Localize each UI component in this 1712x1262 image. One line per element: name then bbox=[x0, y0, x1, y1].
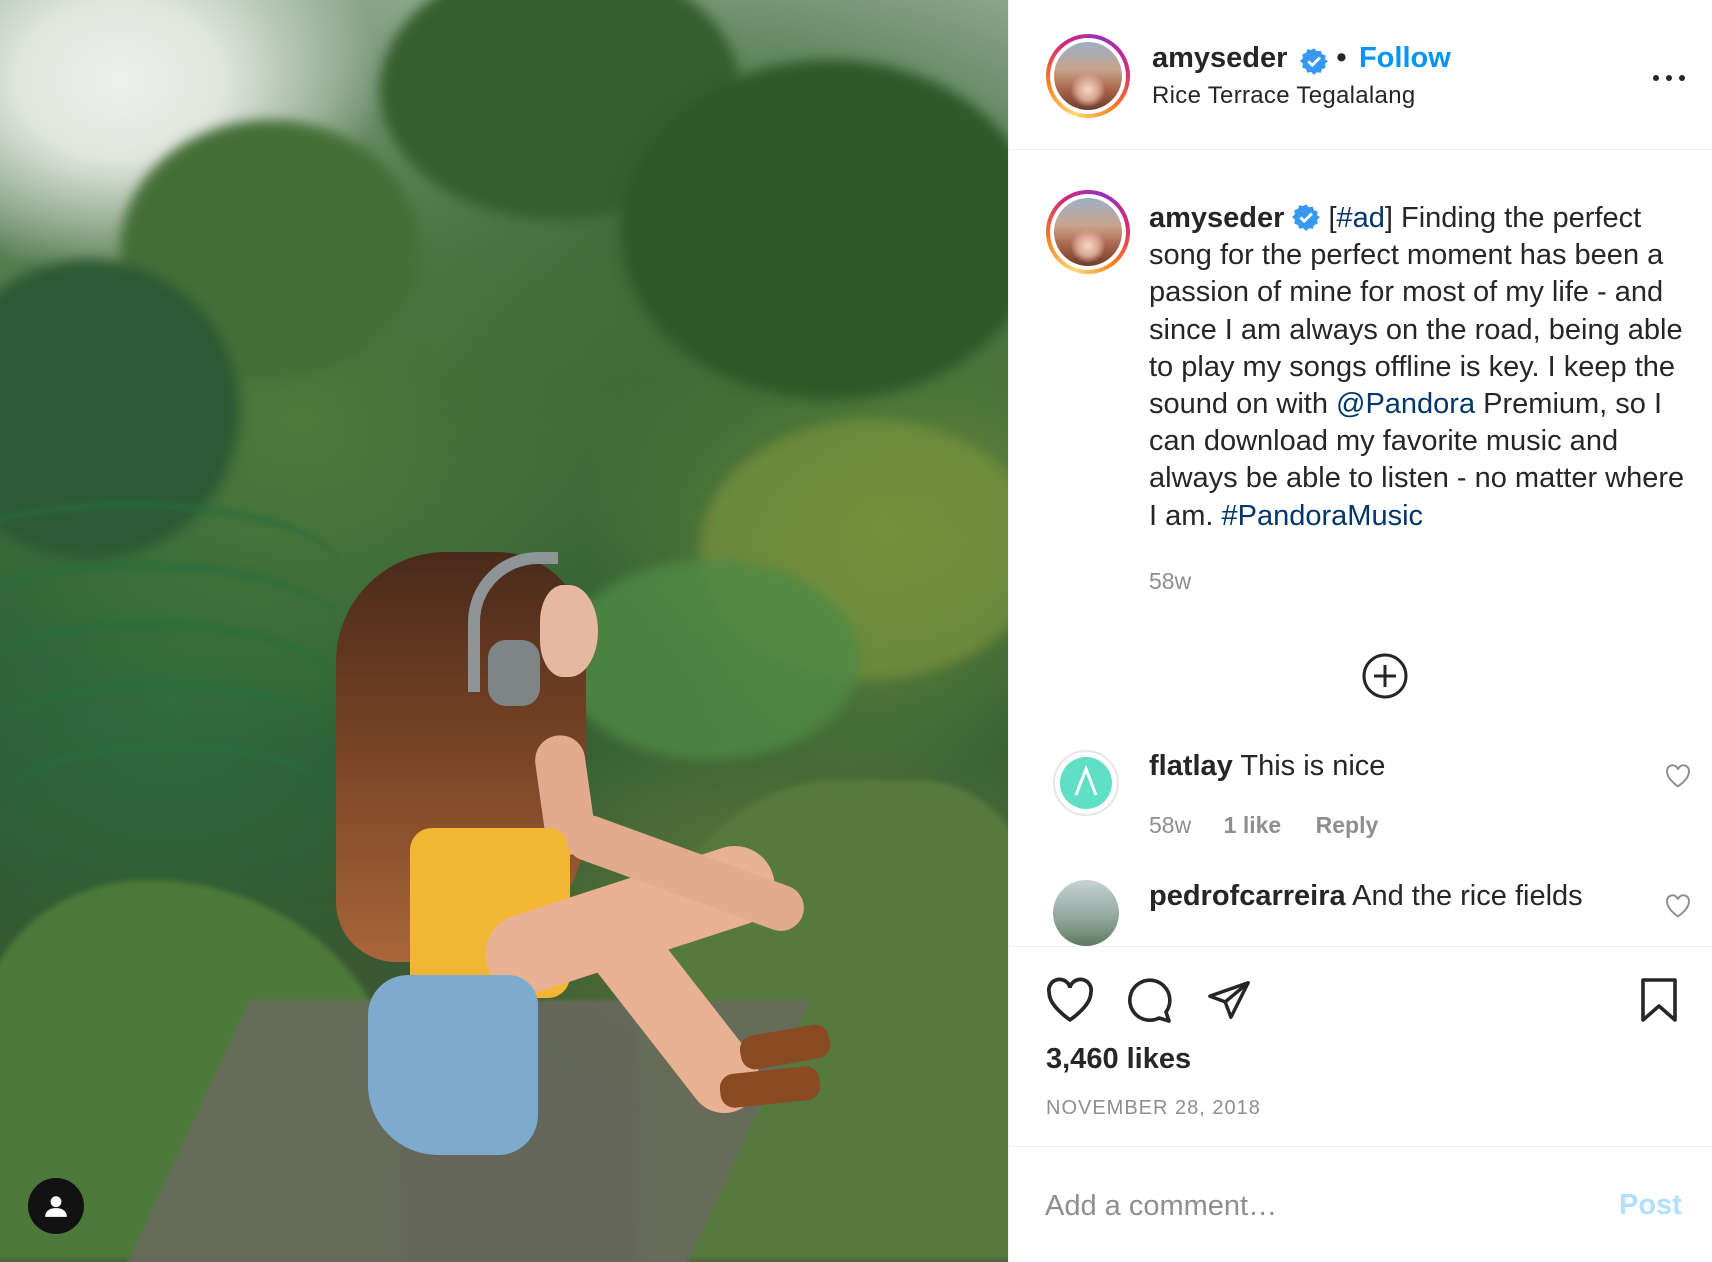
post-author-username[interactable]: amyseder bbox=[1152, 42, 1287, 74]
caption-username[interactable]: amyseder bbox=[1149, 202, 1284, 234]
caption-mention-pandora[interactable]: @Pandora bbox=[1336, 388, 1475, 420]
avatar[interactable] bbox=[1046, 34, 1130, 118]
post-photo[interactable] bbox=[0, 0, 1008, 1262]
post-caption: amyseder [#ad] Finding the perfect song f… bbox=[1149, 200, 1689, 600]
bookmark-icon[interactable] bbox=[1639, 975, 1679, 1025]
comment-avatar[interactable] bbox=[1053, 750, 1119, 816]
comment-item: pedrofcarreira And the rice fields bbox=[1009, 880, 1712, 946]
caption-text: [ bbox=[1328, 202, 1337, 234]
post-actions: 3,460 likes NOVEMBER 28, 2018 bbox=[1009, 946, 1712, 1146]
follow-button[interactable]: Follow bbox=[1359, 42, 1451, 74]
comment-like-heart-icon[interactable] bbox=[1665, 764, 1691, 788]
header-username-line: amyseder • Follow bbox=[1152, 42, 1451, 79]
more-options-icon bbox=[1653, 75, 1659, 81]
photo-rice-terrace bbox=[0, 740, 340, 880]
paper-plane-icon[interactable] bbox=[1205, 977, 1253, 1023]
comment-age[interactable]: 58w bbox=[1149, 812, 1191, 838]
header-separator-dot: • bbox=[1336, 42, 1347, 74]
caption-avatar[interactable] bbox=[1046, 190, 1130, 274]
user-tag-icon bbox=[45, 1196, 67, 1217]
reply-button[interactable]: Reply bbox=[1316, 812, 1379, 838]
comment-bubble-icon[interactable] bbox=[1125, 977, 1173, 1025]
comment-avatar[interactable] bbox=[1053, 880, 1119, 946]
caption-hashtag-pandoramusic[interactable]: #PandoraMusic bbox=[1222, 500, 1424, 532]
comment-username[interactable]: pedrofcarreira bbox=[1149, 880, 1346, 912]
load-more-comments-icon[interactable] bbox=[1361, 652, 1409, 700]
avatar-image bbox=[1054, 198, 1122, 266]
photo-tree-canopy bbox=[560, 560, 860, 760]
more-options-icon bbox=[1666, 75, 1672, 81]
post-date[interactable]: NOVEMBER 28, 2018 bbox=[1046, 1097, 1261, 1120]
avatar-image bbox=[1054, 42, 1122, 110]
comment-username[interactable]: flatlay bbox=[1149, 750, 1233, 782]
caption-hashtag-ad[interactable]: #ad bbox=[1337, 202, 1385, 234]
likes-count[interactable]: 3,460 likes bbox=[1046, 1043, 1191, 1076]
photo-person-shorts bbox=[368, 975, 538, 1155]
more-options-button[interactable] bbox=[1645, 66, 1693, 90]
more-options-icon bbox=[1679, 75, 1685, 81]
caption-age[interactable]: 58w bbox=[1149, 563, 1689, 600]
comment-text: And the rice fields bbox=[1352, 880, 1583, 912]
photo-tree-canopy bbox=[620, 60, 1008, 400]
comment-meta: 58w 1 like Reply bbox=[1149, 812, 1378, 839]
comments-section[interactable]: amyseder [#ad] Finding the perfect song f… bbox=[1009, 150, 1712, 946]
tagged-users-button[interactable] bbox=[28, 1178, 84, 1234]
verified-badge-icon bbox=[1292, 204, 1321, 232]
comment-body: flatlay This is nice bbox=[1149, 750, 1385, 783]
heart-icon[interactable] bbox=[1045, 977, 1095, 1023]
comment-item: flatlay This is nice 58w 1 like Reply bbox=[1009, 740, 1712, 860]
comment-like-heart-icon[interactable] bbox=[1665, 894, 1691, 918]
post-comment-button[interactable]: Post bbox=[1619, 1189, 1682, 1222]
verified-badge-icon bbox=[1299, 48, 1328, 75]
post-side-panel: amyseder • Follow Rice Terrace Tegalalan… bbox=[1008, 0, 1712, 1262]
photo-headphones-earcup bbox=[488, 640, 540, 706]
comment-input[interactable] bbox=[1045, 1181, 1565, 1231]
flatlay-logo-icon bbox=[1060, 757, 1112, 809]
post-header: amyseder • Follow Rice Terrace Tegalalan… bbox=[1009, 0, 1712, 150]
comment-composer: Post bbox=[1009, 1146, 1712, 1262]
post-location[interactable]: Rice Terrace Tegalalang bbox=[1152, 82, 1416, 110]
instagram-post: amyseder • Follow Rice Terrace Tegalalan… bbox=[0, 0, 1712, 1262]
comment-likes-count[interactable]: 1 like bbox=[1224, 812, 1282, 838]
comment-body: pedrofcarreira And the rice fields bbox=[1149, 880, 1583, 913]
comment-text: This is nice bbox=[1240, 750, 1386, 782]
